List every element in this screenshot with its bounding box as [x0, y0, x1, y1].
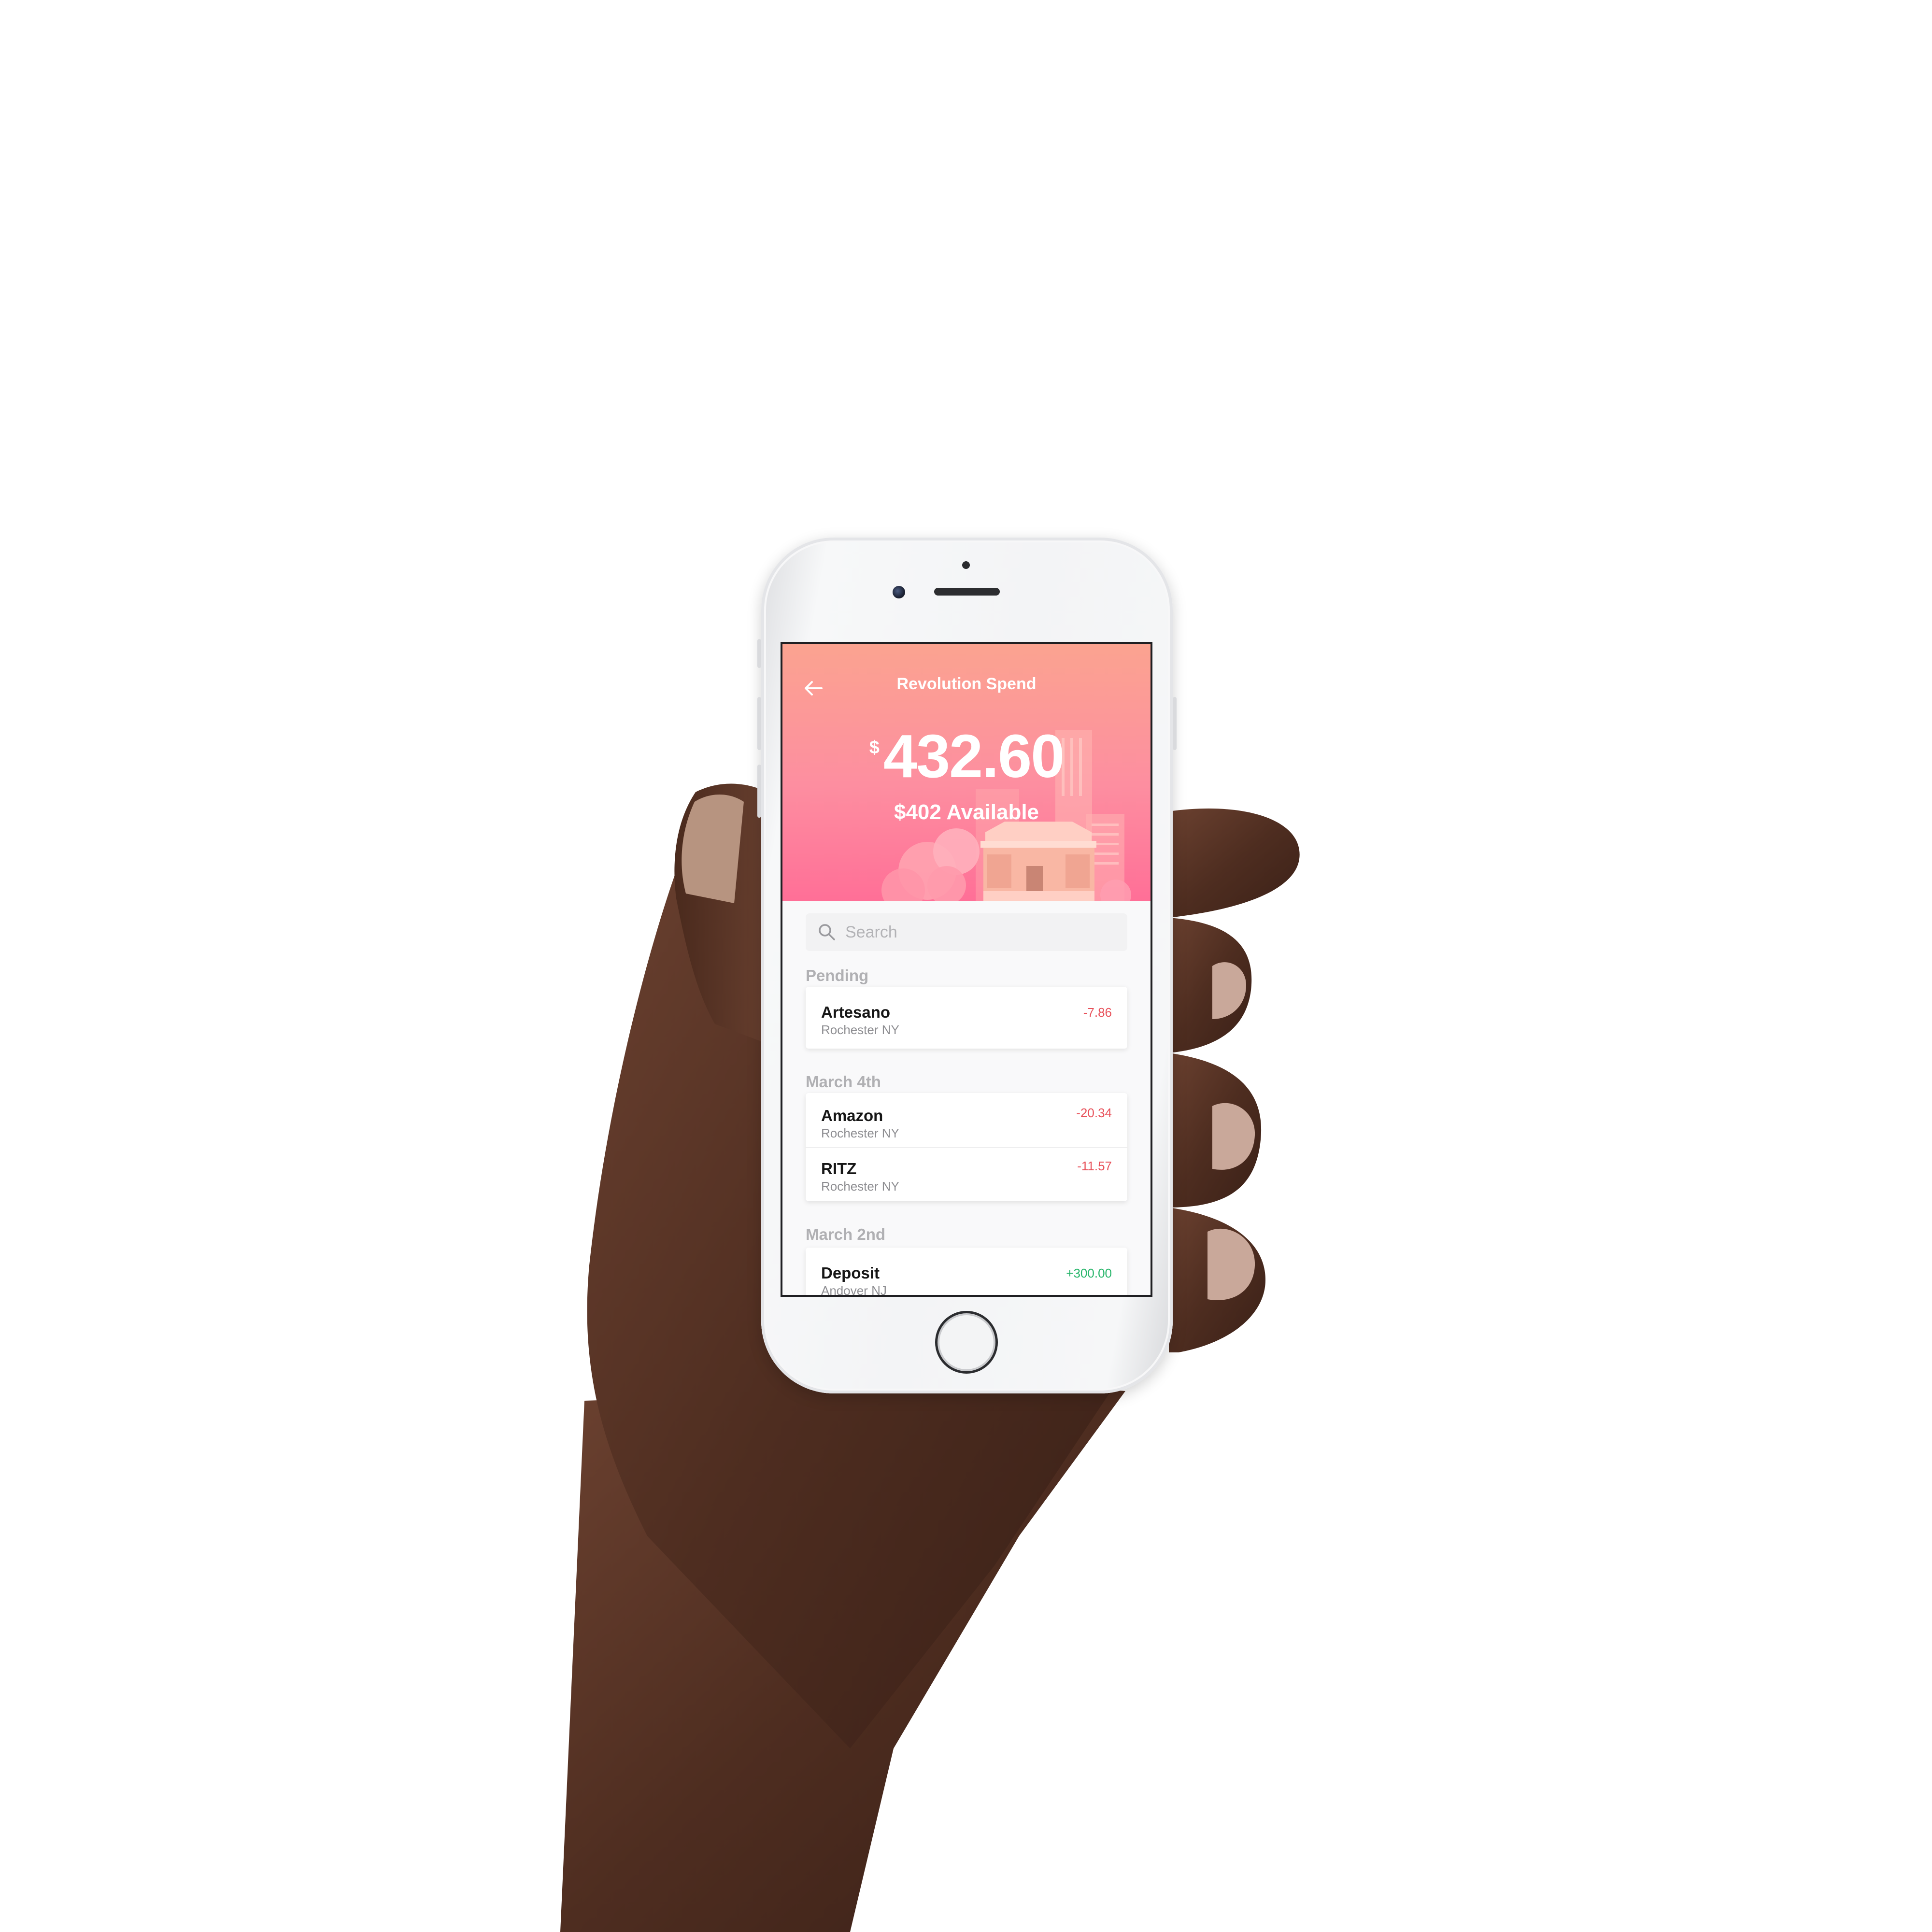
merchant-location: Rochester NY [821, 1126, 899, 1140]
balance-display: $ 432.60 [782, 726, 1151, 787]
merchant-name: Amazon [821, 1107, 883, 1124]
transaction-row-artesano[interactable]: Artesano Rochester NY -7.86 [806, 990, 1127, 1042]
proximity-sensor [962, 561, 970, 569]
section-label-march-4th: March 4th [806, 1073, 881, 1091]
transaction-amount: -7.86 [1083, 1005, 1112, 1020]
earpiece-speaker [934, 588, 1000, 596]
volume-up-button [757, 697, 761, 750]
volume-down-button [757, 765, 761, 818]
transaction-row-amazon[interactable]: Amazon Rochester NY -20.34 [806, 1093, 1127, 1145]
transaction-group-march-2nd: Deposit Andover NJ +300.00 [806, 1248, 1127, 1295]
page-title: Revolution Spend [896, 675, 1037, 693]
merchant-name: Deposit [821, 1264, 880, 1282]
section-label-march-2nd: March 2nd [806, 1225, 886, 1243]
transaction-amount: -11.57 [1077, 1159, 1112, 1173]
transaction-row-ritz[interactable]: RITZ Rochester NY -11.57 [806, 1146, 1127, 1198]
transaction-group-pending: Artesano Rochester NY -7.86 [806, 987, 1127, 1049]
transaction-amount: -20.34 [1076, 1106, 1112, 1120]
transaction-row-deposit[interactable]: Deposit Andover NJ +300.00 [806, 1250, 1127, 1295]
merchant-location: Rochester NY [821, 1023, 899, 1037]
search-icon [819, 924, 835, 940]
search-bar[interactable] [806, 913, 1127, 951]
power-button [1173, 697, 1177, 750]
section-label-pending: Pending [806, 966, 869, 984]
front-camera [893, 586, 905, 598]
transaction-group-march-4th: Amazon Rochester NY -20.34 RITZ Rocheste… [806, 1093, 1127, 1201]
merchant-location: Andover NJ [821, 1283, 887, 1295]
mute-switch [757, 639, 761, 668]
merchant-location: Rochester NY [821, 1179, 899, 1193]
currency-symbol: $ [869, 738, 880, 758]
available-balance: $402 Available [894, 800, 1039, 824]
merchant-name: Artesano [821, 1003, 891, 1021]
balance-amount: 432.60 [883, 722, 1065, 790]
balance-header: Revolution Spend $ 432.60 $402 Available [782, 644, 1151, 901]
search-input[interactable] [844, 922, 1117, 942]
app-screen: Revolution Spend $ 432.60 $402 Available… [782, 644, 1151, 1295]
transaction-amount: +300.00 [1066, 1266, 1112, 1280]
home-button[interactable] [935, 1311, 998, 1374]
merchant-name: RITZ [821, 1160, 857, 1178]
